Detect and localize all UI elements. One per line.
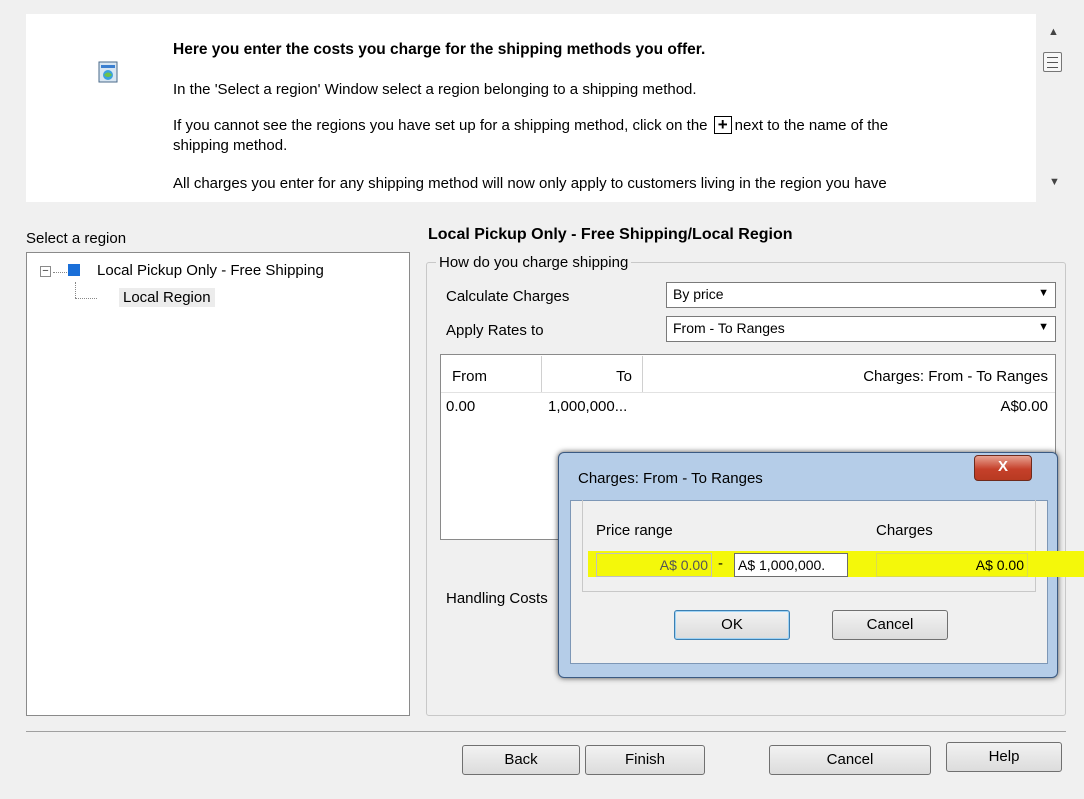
info-line-3: All charges you enter for any shipping m… — [173, 175, 887, 192]
info-heading: Here you enter the costs you charge for … — [173, 41, 706, 58]
dialog-cancel-button[interactable]: Cancel — [832, 610, 948, 640]
calculate-charges-label: Calculate Charges — [446, 288, 570, 305]
price-range-label: Price range — [596, 522, 673, 539]
handling-costs-label: Handling Costs — [446, 590, 548, 607]
collapse-icon[interactable]: − — [40, 266, 51, 277]
info-line-2: If you cannot see the regions you have s… — [173, 116, 888, 136]
info-scrollbar[interactable] — [1036, 14, 1070, 202]
dialog-title: Charges: From - To Ranges — [578, 470, 763, 487]
select-region-label: Select a region — [26, 230, 127, 247]
tree-connector — [75, 298, 97, 299]
finish-button[interactable]: Finish — [585, 745, 705, 775]
shipping-method-icon — [68, 264, 80, 276]
table-cell-to[interactable]: 1,000,000... — [548, 398, 627, 415]
table-header-divider — [441, 392, 1055, 393]
charge-group-label: How do you charge shipping — [436, 254, 632, 271]
info-line-1: In the 'Select a region' Window select a… — [173, 81, 697, 98]
plus-icon: + — [713, 116, 732, 134]
charges-input[interactable]: A$ 0.00 — [876, 553, 1028, 577]
scroll-down-icon[interactable]: ▼ — [1049, 176, 1060, 188]
cancel-button[interactable]: Cancel — [769, 745, 931, 775]
charges-label: Charges — [876, 522, 933, 539]
column-header-to[interactable]: To — [543, 356, 643, 392]
region-title: Local Pickup Only - Free Shipping/Local … — [428, 226, 793, 243]
scroll-thumb[interactable] — [1043, 52, 1062, 72]
info-panel: Here you enter the costs you charge for … — [26, 14, 1036, 202]
range-dash: - — [718, 555, 723, 572]
tree-item-local-region[interactable]: Local Region — [119, 288, 215, 307]
apply-rates-select[interactable]: From - To Ranges ▼ — [666, 316, 1056, 342]
ok-button[interactable]: OK — [674, 610, 790, 640]
calculate-charges-value: By price — [673, 286, 724, 302]
price-to-input[interactable]: A$ 1,000,000. — [734, 553, 848, 577]
back-button[interactable]: Back — [462, 745, 580, 775]
close-button[interactable]: X — [974, 455, 1032, 481]
tree-item-shipping-method[interactable]: Local Pickup Only - Free Shipping — [97, 262, 324, 279]
scroll-up-icon[interactable]: ▲ — [1048, 26, 1059, 38]
apply-rates-label: Apply Rates to — [446, 322, 544, 339]
apply-rates-value: From - To Ranges — [673, 320, 785, 336]
wizard-icon — [98, 61, 118, 83]
region-tree[interactable] — [26, 252, 410, 716]
help-button[interactable]: Help — [946, 742, 1062, 772]
dialog-group-box — [582, 500, 1036, 592]
column-header-from[interactable]: From — [442, 356, 542, 392]
tree-connector — [53, 272, 67, 273]
footer-divider — [26, 731, 1066, 732]
price-from-input[interactable]: A$ 0.00 — [596, 553, 712, 577]
info-line-2-end: next to the name of the — [734, 117, 889, 134]
dropdown-arrow-icon: ▼ — [1038, 287, 1049, 299]
info-line-2-start: If you cannot see the regions you have s… — [173, 117, 712, 134]
calculate-charges-select[interactable]: By price ▼ — [666, 282, 1056, 308]
info-line-2-continued: shipping method. — [173, 137, 288, 154]
tree-connector — [75, 282, 76, 298]
table-cell-from[interactable]: 0.00 — [446, 398, 475, 415]
column-header-charges[interactable]: Charges: From - To Ranges — [644, 356, 1052, 392]
dropdown-arrow-icon: ▼ — [1038, 321, 1049, 333]
table-cell-charge[interactable]: A$0.00 — [1000, 398, 1048, 415]
